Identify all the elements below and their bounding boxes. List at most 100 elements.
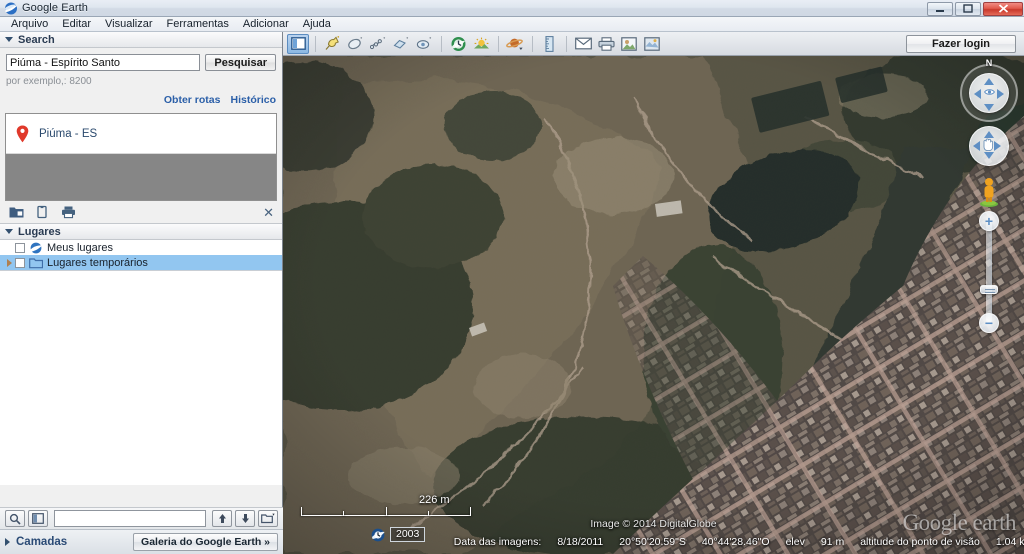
- menu-ferramentas[interactable]: Ferramentas: [160, 17, 236, 31]
- zoom-slider-track[interactable]: [986, 221, 992, 323]
- toggle-sidebar-button[interactable]: [287, 33, 309, 54]
- places-bottom-toolbar: [0, 507, 283, 529]
- clear-results-button[interactable]: ✕: [263, 206, 274, 219]
- toolbar-separator: [315, 35, 316, 52]
- historical-imagery-button[interactable]: [447, 34, 469, 54]
- search-result-tools: ✕: [0, 201, 282, 223]
- menu-bar: Arquivo Editar Visualizar Ferramentas Ad…: [0, 17, 1024, 32]
- rotate-left-arrow-icon[interactable]: [974, 89, 981, 99]
- search-result-label: Piúma - ES: [39, 127, 98, 140]
- pan-left-arrow-icon[interactable]: [973, 141, 980, 151]
- zoom-slider-handle[interactable]: [980, 285, 998, 294]
- search-panel-body: Pesquisar por exemplo,: 8200 Obter rotas…: [0, 48, 282, 106]
- title-bar: Google Earth: [0, 0, 1024, 17]
- tilt-down-arrow-icon[interactable]: [984, 104, 994, 111]
- add-image-overlay-button[interactable]: [390, 34, 412, 54]
- toolbar-separator: [498, 35, 499, 52]
- toolbar-separator: [566, 35, 567, 52]
- navigation-controls: N + −: [960, 58, 1018, 333]
- compass-control[interactable]: N: [960, 58, 1018, 122]
- places-item-checkbox[interactable]: [15, 257, 25, 268]
- satellite-imagery: [283, 56, 1024, 554]
- triangle-down-icon: [5, 229, 13, 234]
- ruler-button[interactable]: [538, 34, 560, 54]
- maximize-button[interactable]: [955, 1, 981, 16]
- add-placemark-button[interactable]: [321, 34, 343, 54]
- pan-control[interactable]: [966, 124, 1012, 174]
- arrow-up-icon[interactable]: [212, 510, 232, 527]
- map-viewport[interactable]: 226 m 2003 Image © 2014 DigitalGlobe Goo…: [283, 56, 1024, 554]
- north-label: N: [985, 58, 993, 68]
- search-panel-header[interactable]: Search: [0, 32, 282, 48]
- menu-arquivo[interactable]: Arquivo: [4, 17, 55, 31]
- triangle-down-icon: [5, 37, 13, 42]
- places-item-label: Lugares temporários: [47, 256, 148, 269]
- add-path-button[interactable]: [367, 34, 389, 54]
- menu-editar[interactable]: Editar: [55, 17, 98, 31]
- search-links: Obter rotas Histórico: [6, 94, 276, 106]
- main-toolbar: Fazer login: [283, 32, 1024, 56]
- eye-icon: [984, 89, 995, 95]
- magnifier-icon[interactable]: [5, 510, 25, 527]
- tilt-up-arrow-icon[interactable]: [984, 78, 994, 85]
- places-filter-input[interactable]: [54, 510, 206, 527]
- places-item-meus-lugares[interactable]: Meus lugares: [0, 240, 282, 255]
- google-earth-gallery-button[interactable]: Galeria do Google Earth »: [133, 533, 278, 551]
- places-item-lugares-temporarios[interactable]: Lugares temporários: [0, 255, 282, 270]
- folder-icon: [29, 257, 44, 269]
- search-results-list: Piúma - ES: [5, 113, 277, 201]
- places-panel: Lugares Meus lugares Lugares temporários: [0, 223, 282, 485]
- menu-adicionar[interactable]: Adicionar: [236, 17, 296, 31]
- places-panel-title: Lugares: [18, 225, 61, 238]
- zoom-in-button[interactable]: +: [979, 211, 999, 231]
- search-panel-title: Search: [18, 33, 55, 46]
- record-tour-button[interactable]: [413, 34, 435, 54]
- pan-right-arrow-icon[interactable]: [994, 141, 1001, 151]
- search-result-item[interactable]: Piúma - ES: [6, 114, 276, 154]
- rotate-right-arrow-icon[interactable]: [997, 89, 1004, 99]
- toolbar-separator: [441, 35, 442, 52]
- sign-in-button[interactable]: Fazer login: [905, 35, 1016, 53]
- email-button[interactable]: [572, 34, 594, 54]
- sunlight-button[interactable]: [470, 34, 492, 54]
- split-panel-icon[interactable]: [28, 510, 48, 527]
- google-earth-globe-icon: [4, 2, 18, 15]
- places-empty-area: [0, 271, 282, 485]
- menu-visualizar[interactable]: Visualizar: [98, 17, 160, 31]
- copy-icon[interactable]: [35, 205, 50, 219]
- search-row: Pesquisar: [6, 54, 276, 71]
- tree-expander[interactable]: [4, 258, 15, 267]
- pan-up-arrow-icon[interactable]: [984, 131, 994, 138]
- street-view-pegman-icon[interactable]: [978, 177, 1000, 207]
- search-hint: por exemplo,: 8200: [6, 76, 92, 87]
- folder-dropdown-icon[interactable]: [258, 510, 278, 527]
- folder-save-icon[interactable]: [9, 205, 24, 219]
- pan-down-arrow-icon[interactable]: [984, 152, 994, 159]
- zoom-slider[interactable]: + −: [978, 211, 1000, 333]
- menu-ajuda[interactable]: Ajuda: [296, 17, 338, 31]
- places-panel-header[interactable]: Lugares: [0, 224, 282, 240]
- get-directions-link[interactable]: Obter rotas: [164, 94, 221, 106]
- print-button[interactable]: [595, 34, 617, 54]
- places-item-label: Meus lugares: [47, 241, 114, 254]
- close-button[interactable]: [983, 1, 1023, 16]
- search-button[interactable]: Pesquisar: [205, 54, 276, 71]
- places-item-checkbox[interactable]: [15, 242, 25, 253]
- places-tree: Meus lugares Lugares temporários: [0, 240, 282, 271]
- layers-label[interactable]: Camadas: [16, 536, 67, 548]
- left-sidebar: Search Pesquisar por exemplo,: 8200 Obte…: [0, 32, 283, 554]
- search-input[interactable]: [6, 54, 201, 71]
- zoom-out-button[interactable]: −: [979, 313, 999, 333]
- add-polygon-button[interactable]: [344, 34, 366, 54]
- triangle-right-icon[interactable]: [5, 538, 10, 546]
- google-earth-window: Google Earth Arquivo Editar Visualizar F…: [0, 0, 1024, 554]
- arrow-down-icon[interactable]: [235, 510, 255, 527]
- map-pin-icon: [16, 125, 29, 143]
- history-link[interactable]: Histórico: [230, 94, 276, 106]
- save-image-button[interactable]: [618, 34, 640, 54]
- minimize-button[interactable]: [927, 1, 953, 16]
- printer-icon[interactable]: [61, 205, 76, 219]
- view-in-maps-button[interactable]: [641, 34, 663, 54]
- switch-planet-button[interactable]: [504, 34, 526, 54]
- globe-icon: [29, 242, 43, 254]
